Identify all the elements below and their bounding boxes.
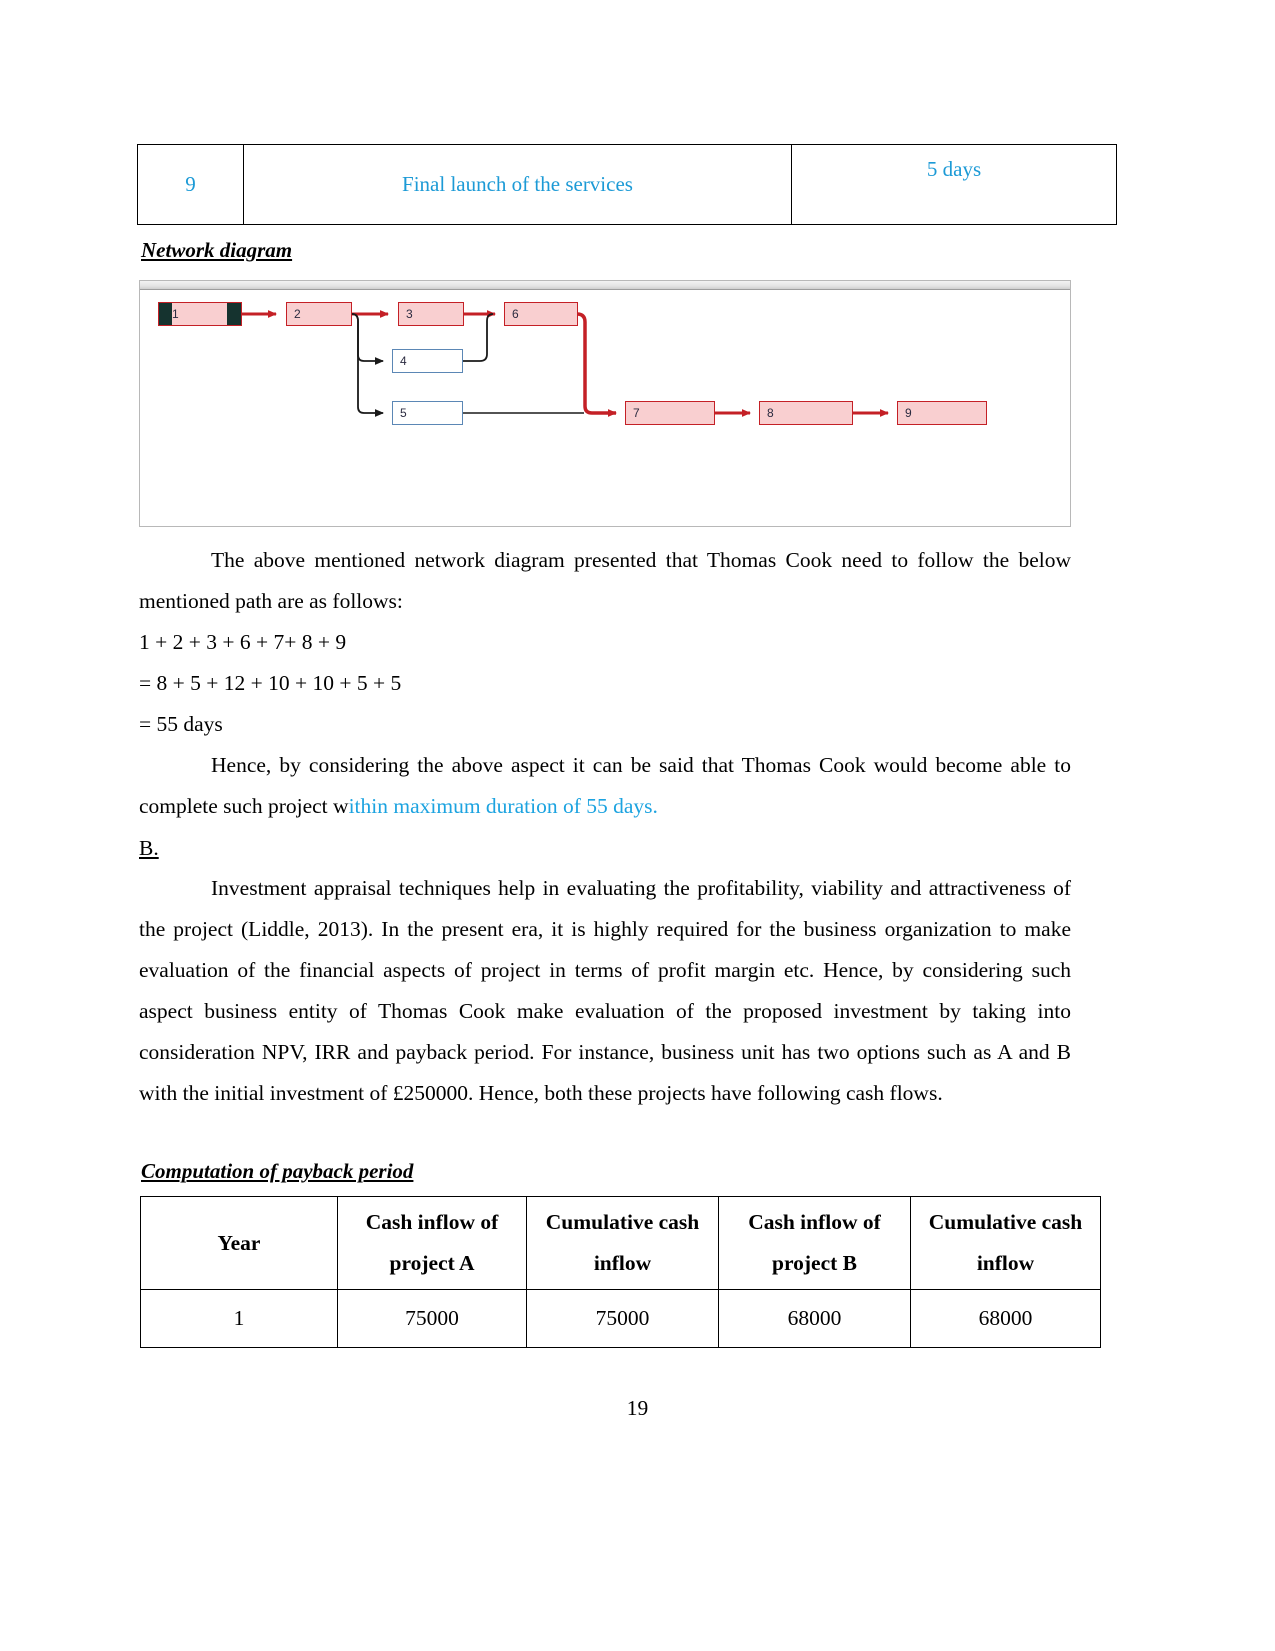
diagram-node-5: 5 bbox=[392, 401, 463, 425]
diagram-node-8-label: 8 bbox=[767, 406, 774, 420]
diagram-node-5-label: 5 bbox=[400, 406, 407, 420]
diagram-node-7-label: 7 bbox=[633, 406, 640, 420]
activity-table-continuation: 9 Final launch of the services 5 days bbox=[137, 144, 1117, 225]
activity-duration-cell: 5 days bbox=[791, 144, 1117, 225]
paragraph-network-explanation: The above mentioned network diagram pres… bbox=[139, 540, 1071, 622]
paragraph-network-explanation-line1: The above mentioned network diagram pres… bbox=[211, 548, 1010, 572]
document-page: 9 Final launch of the services 5 days Ne… bbox=[0, 0, 1275, 1651]
section-label-b: B. bbox=[139, 828, 1071, 869]
column-header-cumulative-a-line2: inflow bbox=[593, 1251, 652, 1275]
column-header-year: Year bbox=[140, 1196, 338, 1290]
diagram-node-9: 9 bbox=[897, 401, 987, 425]
diagram-node-2: 2 bbox=[286, 302, 352, 326]
payback-period-table: Year Cash inflow of project A Cumulative… bbox=[140, 1196, 1101, 1348]
diagram-node-6: 6 bbox=[504, 302, 578, 326]
diagram-node-7: 7 bbox=[625, 401, 715, 425]
cell-inflow-a: 75000 bbox=[337, 1289, 527, 1348]
network-diagram-figure: 1 2 3 6 4 5 7 8 9 bbox=[139, 280, 1071, 527]
column-header-inflow-a: Cash inflow of project A bbox=[337, 1196, 527, 1290]
cell-year: 1 bbox=[140, 1289, 338, 1348]
diagram-node-9-label: 9 bbox=[905, 406, 912, 420]
path-equation-line-3: = 55 days bbox=[139, 712, 223, 736]
column-header-inflow-a-line1: Cash inflow of bbox=[365, 1210, 499, 1234]
diagram-node-2-label: 2 bbox=[294, 307, 301, 321]
diagram-node-4: 4 bbox=[392, 349, 463, 373]
column-header-inflow-b-line2: project B bbox=[772, 1251, 857, 1275]
paragraph-conclusion-line1: Hence, by considering the above aspect i… bbox=[211, 753, 1003, 777]
column-header-cumulative-a: Cumulative cash inflow bbox=[526, 1196, 719, 1290]
column-header-cumulative-a-line1: Cumulative cash bbox=[545, 1210, 700, 1234]
paragraph-investment-appraisal: Investment appraisal techniques help in … bbox=[139, 868, 1071, 1114]
column-header-cumulative-b-line2: inflow bbox=[976, 1251, 1035, 1275]
table-row: 9 Final launch of the services 5 days bbox=[137, 144, 1117, 225]
diagram-node-3-label: 3 bbox=[406, 307, 413, 321]
paragraph-investment-appraisal-text: Investment appraisal techniques help in … bbox=[139, 876, 1071, 1105]
cell-cumulative-a: 75000 bbox=[526, 1289, 719, 1348]
paragraph-conclusion: Hence, by considering the above aspect i… bbox=[139, 745, 1071, 827]
paragraph-conclusion-highlight: ithin maximum duration of 55 days. bbox=[348, 794, 658, 818]
section-label-b-text: B. bbox=[139, 836, 159, 860]
path-equation-line-2: = 8 + 5 + 12 + 10 + 10 + 5 + 5 bbox=[139, 671, 402, 695]
diagram-node-4-label: 4 bbox=[400, 354, 407, 368]
path-equation-line-1: 1 + 2 + 3 + 6 + 7+ 8 + 9 bbox=[139, 630, 347, 654]
table-header-row: Year Cash inflow of project A Cumulative… bbox=[140, 1196, 1101, 1290]
activity-name-cell: Final launch of the services bbox=[243, 144, 792, 225]
table-row: 1 75000 75000 68000 68000 bbox=[140, 1289, 1101, 1348]
column-header-inflow-b-line1: Cash inflow of bbox=[748, 1210, 881, 1234]
page-number: 19 bbox=[626, 1396, 649, 1420]
heading-network-diagram: Network diagram bbox=[141, 238, 293, 262]
diagram-node-6-label: 6 bbox=[512, 307, 519, 321]
column-header-year-line2: Year bbox=[217, 1230, 261, 1255]
diagram-node-1-start-cap bbox=[159, 303, 172, 325]
diagram-node-3: 3 bbox=[398, 302, 464, 326]
activity-number-cell: 9 bbox=[137, 144, 244, 225]
column-header-cumulative-b-line1: Cumulative cash bbox=[928, 1210, 1083, 1234]
diagram-node-1-end-cap bbox=[227, 303, 241, 325]
heading-computation-payback-period: Computation of payback period bbox=[141, 1159, 414, 1183]
diagram-node-8: 8 bbox=[759, 401, 853, 425]
cell-cumulative-b: 68000 bbox=[910, 1289, 1101, 1348]
cell-inflow-b: 68000 bbox=[718, 1289, 911, 1348]
column-header-cumulative-b: Cumulative cash inflow bbox=[910, 1196, 1101, 1290]
diagram-node-1-label: 1 bbox=[172, 307, 179, 321]
column-header-inflow-a-line2: project A bbox=[389, 1251, 475, 1275]
column-header-inflow-b: Cash inflow of project B bbox=[718, 1196, 911, 1290]
